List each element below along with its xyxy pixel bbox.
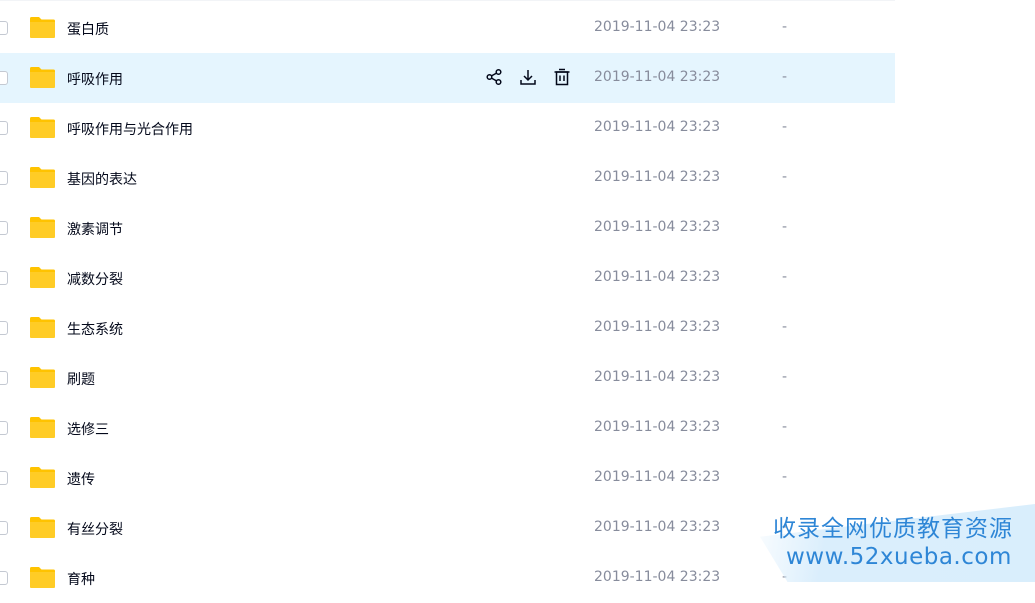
file-modified-date: 2019-11-04 23:23 xyxy=(594,269,721,285)
file-name[interactable]: 激素调节 xyxy=(67,219,123,239)
row-checkbox[interactable] xyxy=(0,521,8,535)
file-row[interactable]: 蛋白质 2019-11-04 23:23 - xyxy=(0,3,895,53)
file-modified-date: 2019-11-04 23:23 xyxy=(594,19,721,35)
row-checkbox[interactable] xyxy=(0,171,8,185)
folder-icon xyxy=(30,467,55,488)
folder-icon xyxy=(30,67,55,88)
row-checkbox[interactable] xyxy=(0,421,8,435)
file-modified-date: 2019-11-04 23:23 xyxy=(594,69,721,85)
row-checkbox[interactable] xyxy=(0,471,8,485)
file-name[interactable]: 蛋白质 xyxy=(67,19,109,39)
folder-icon xyxy=(30,17,55,38)
file-name[interactable]: 育种 xyxy=(67,569,95,589)
file-name[interactable]: 生态系统 xyxy=(67,319,123,339)
file-name[interactable]: 呼吸作用 xyxy=(67,69,123,89)
list-top-border xyxy=(0,0,895,1)
download-icon[interactable] xyxy=(516,65,540,89)
folder-icon xyxy=(30,267,55,288)
file-size: - xyxy=(782,219,788,235)
delete-icon[interactable] xyxy=(550,65,574,89)
file-row[interactable]: 减数分裂 2019-11-04 23:23 - xyxy=(0,253,895,303)
file-modified-date: 2019-11-04 23:23 xyxy=(594,569,721,585)
folder-icon xyxy=(30,217,55,238)
watermark-slogan: 收录全网优质教育资源 xyxy=(773,516,1013,542)
file-size: - xyxy=(782,419,788,435)
folder-icon xyxy=(30,567,55,588)
file-size: - xyxy=(782,169,788,185)
file-modified-date: 2019-11-04 23:23 xyxy=(594,519,721,535)
file-modified-date: 2019-11-04 23:23 xyxy=(594,219,721,235)
file-size: - xyxy=(782,369,788,385)
file-row[interactable]: 呼吸作用 2019-11-04 23:23 - xyxy=(0,53,895,103)
row-checkbox[interactable] xyxy=(0,571,8,585)
file-modified-date: 2019-11-04 23:23 xyxy=(594,169,721,185)
file-row[interactable]: 刷题 2019-11-04 23:23 - xyxy=(0,353,895,403)
file-size: - xyxy=(782,319,788,335)
file-row[interactable]: 生态系统 2019-11-04 23:23 - xyxy=(0,303,895,353)
file-size: - xyxy=(782,469,788,485)
row-checkbox[interactable] xyxy=(0,371,8,385)
file-size: - xyxy=(782,119,788,135)
right-empty-area xyxy=(895,0,1035,582)
file-modified-date: 2019-11-04 23:23 xyxy=(594,419,721,435)
file-name[interactable]: 呼吸作用与光合作用 xyxy=(67,119,193,139)
file-modified-date: 2019-11-04 23:23 xyxy=(594,469,721,485)
row-checkbox[interactable] xyxy=(0,71,8,85)
watermark-url: www.52xueba.com xyxy=(786,544,1012,570)
folder-icon xyxy=(30,317,55,338)
file-row[interactable]: 基因的表达 2019-11-04 23:23 - xyxy=(0,153,895,203)
folder-icon xyxy=(30,417,55,438)
file-row[interactable]: 呼吸作用与光合作用 2019-11-04 23:23 - xyxy=(0,103,895,153)
share-icon[interactable] xyxy=(482,65,506,89)
row-checkbox[interactable] xyxy=(0,121,8,135)
folder-icon xyxy=(30,117,55,138)
file-name[interactable]: 刷题 xyxy=(67,369,95,389)
row-checkbox[interactable] xyxy=(0,21,8,35)
file-modified-date: 2019-11-04 23:23 xyxy=(594,369,721,385)
file-size: - xyxy=(782,269,788,285)
file-size: - xyxy=(782,69,788,85)
file-row[interactable]: 育种 2019-11-04 23:23 - xyxy=(0,553,895,603)
folder-icon xyxy=(30,367,55,388)
folder-icon xyxy=(30,167,55,188)
row-checkbox[interactable] xyxy=(0,321,8,335)
file-list: 蛋白质 2019-11-04 23:23 - 呼吸作用 2019-11-04 2… xyxy=(0,3,895,603)
file-row[interactable]: 有丝分裂 2019-11-04 23:23 - xyxy=(0,503,895,553)
file-name[interactable]: 有丝分裂 xyxy=(67,519,123,539)
row-checkbox[interactable] xyxy=(0,221,8,235)
file-name[interactable]: 基因的表达 xyxy=(67,169,137,189)
file-name[interactable]: 减数分裂 xyxy=(67,269,123,289)
row-actions xyxy=(482,65,574,89)
file-row[interactable]: 选修三 2019-11-04 23:23 - xyxy=(0,403,895,453)
file-modified-date: 2019-11-04 23:23 xyxy=(594,319,721,335)
file-row[interactable]: 激素调节 2019-11-04 23:23 - xyxy=(0,203,895,253)
row-checkbox[interactable] xyxy=(0,271,8,285)
file-name[interactable]: 选修三 xyxy=(67,419,109,439)
file-modified-date: 2019-11-04 23:23 xyxy=(594,119,721,135)
file-name[interactable]: 遗传 xyxy=(67,469,95,489)
file-row[interactable]: 遗传 2019-11-04 23:23 - xyxy=(0,453,895,503)
folder-icon xyxy=(30,517,55,538)
file-size: - xyxy=(782,19,788,35)
